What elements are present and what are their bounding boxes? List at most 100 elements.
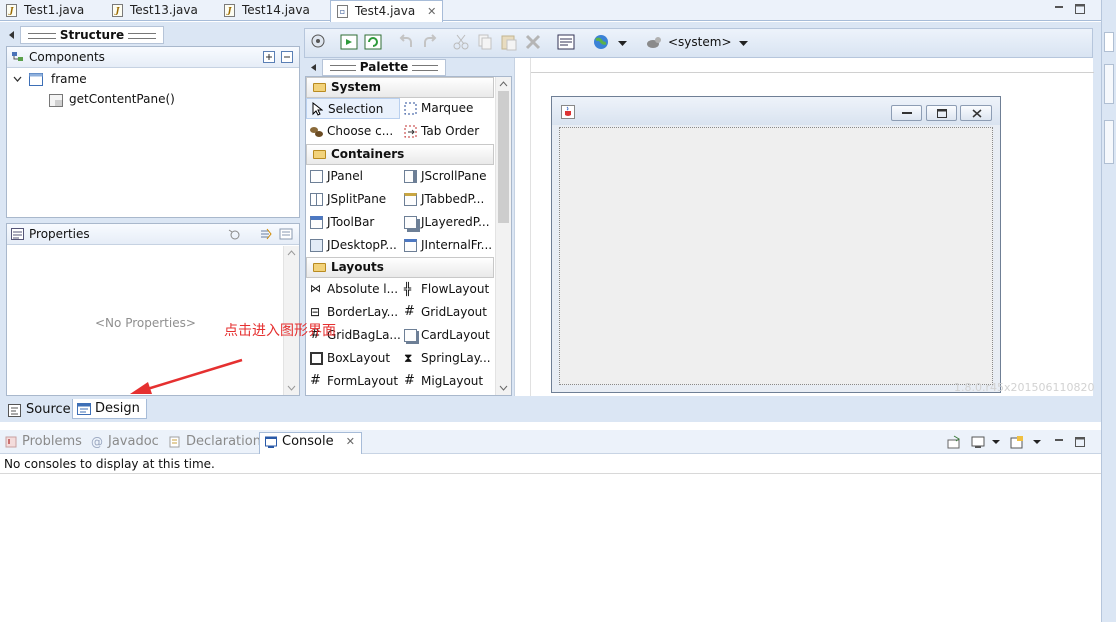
close-icon (972, 109, 982, 118)
look-and-feel-icon[interactable] (645, 32, 665, 52)
palette-item-absolute-layout[interactable]: ⋈ Absolute l... (306, 279, 400, 300)
absolute-layout-icon: ⋈ (310, 282, 321, 295)
components-icon (12, 52, 23, 61)
palette-item-tab-order[interactable]: Tab Order (400, 121, 494, 142)
version-watermark: 1.8.0.r45x201506110820 (954, 381, 1095, 394)
palette-item-jinternalframe[interactable]: JInternalFr... (400, 235, 494, 256)
jframe-content-pane[interactable] (559, 127, 993, 385)
palette-scrollbar[interactable] (495, 77, 511, 395)
jsplitpane-icon (310, 193, 323, 206)
palette-category-layouts[interactable]: Layouts (306, 257, 494, 278)
minimize-icon[interactable] (1053, 436, 1065, 448)
jframe-preview[interactable] (551, 96, 1001, 393)
globe-icon[interactable] (591, 32, 611, 52)
system-laf-label[interactable]: <system> (668, 35, 732, 49)
minimize-icon (902, 112, 912, 114)
console-divider (0, 473, 1101, 474)
palette-item-jlayeredpane[interactable]: JLayeredP... (400, 212, 494, 233)
collapse-left-icon[interactable] (310, 63, 318, 72)
open-console-icon[interactable] (1010, 435, 1024, 449)
tab-test14-java[interactable]: J Test14.java (218, 0, 316, 21)
tab-declaration[interactable]: Declaration (164, 433, 267, 453)
show-events-icon[interactable] (227, 227, 241, 241)
cut-icon[interactable] (451, 32, 471, 52)
goto-definition-icon[interactable] (259, 227, 273, 241)
palette-category-system[interactable]: System (306, 77, 494, 98)
properties-title: Properties (29, 227, 90, 241)
source-design-tabbar: Source Design (0, 398, 1101, 422)
annotation-text: 点击进入图形界面 (224, 323, 336, 339)
paste-icon[interactable] (499, 32, 519, 52)
palette-item-gridlayout[interactable]: # GridLayout (400, 302, 494, 323)
collapse-all-icon[interactable] (281, 51, 293, 63)
chevron-down-icon[interactable] (1033, 440, 1041, 445)
frame-close-button[interactable] (960, 105, 992, 121)
structure-titlebar: Structure (6, 26, 300, 44)
minimized-view-icon[interactable] (1104, 64, 1114, 104)
tab-problems[interactable]: Problems (0, 433, 88, 453)
copy-icon[interactable] (475, 32, 495, 52)
palette-item-selection[interactable]: Selection (306, 98, 400, 119)
palette-item-boxlayout[interactable]: BoxLayout (306, 348, 400, 369)
jframe-titlebar[interactable] (552, 97, 1000, 125)
scroll-thumb[interactable] (498, 91, 509, 223)
tab-design[interactable]: Design (72, 399, 147, 419)
tab-test1-java[interactable]: J Test1.java (0, 0, 90, 21)
tree-label-frame: frame (51, 72, 87, 86)
palette-item-miglayout[interactable]: # MigLayout (400, 371, 494, 392)
tree-item-content-pane[interactable]: getContentPane() (49, 92, 175, 107)
refresh-icon[interactable] (363, 32, 383, 52)
close-tab-icon[interactable]: ✕ (427, 5, 436, 18)
palette-item-flowlayout[interactable]: ╬ FlowLayout (400, 279, 494, 300)
test-gui-icon[interactable] (308, 32, 328, 52)
chevron-down-icon[interactable] (739, 41, 748, 47)
redo-icon[interactable] (419, 32, 439, 52)
palette-item-jdesktoppane[interactable]: JDesktopP... (306, 235, 400, 256)
close-tab-icon[interactable]: ✕ (346, 435, 355, 448)
tab-test13-java[interactable]: J Test13.java (106, 0, 204, 21)
frame-maximize-button[interactable] (926, 105, 957, 121)
java-file-icon: J (112, 4, 123, 17)
palette-item-marquee[interactable]: Marquee (400, 98, 494, 119)
minimized-view-icon[interactable] (1104, 120, 1114, 164)
undo-icon[interactable] (397, 32, 417, 52)
chevron-down-icon[interactable] (618, 41, 627, 47)
palette-item-springlayout[interactable]: ⧗ SpringLay... (400, 348, 494, 369)
expand-all-icon[interactable] (263, 51, 275, 63)
maximize-icon[interactable] (1074, 3, 1086, 15)
properties-view-icon[interactable] (556, 32, 576, 52)
tab-console[interactable]: Console ✕ (259, 432, 362, 454)
scroll-up-icon[interactable] (499, 81, 508, 87)
chevron-down-icon[interactable] (992, 440, 1000, 445)
problems-icon (5, 436, 17, 448)
palette-item-jsplitpane[interactable]: JSplitPane (306, 189, 400, 210)
palette-item-jpanel[interactable]: JPanel (306, 166, 400, 187)
palette-item-cardlayout[interactable]: CardLayout (400, 325, 494, 346)
palette-item-jtoolbar[interactable]: JToolBar (306, 212, 400, 233)
chevron-down-icon[interactable] (13, 76, 22, 83)
restore-view-button[interactable] (1104, 32, 1114, 52)
preview-icon[interactable] (339, 32, 359, 52)
collapse-left-icon[interactable] (8, 30, 16, 40)
palette-item-jscrollpane[interactable]: JScrollPane (400, 166, 494, 187)
tab-test4-java[interactable]: ▫ Test4.java ✕ (330, 0, 444, 22)
palette-item-choose-component[interactable]: Choose c... (306, 121, 400, 142)
tab-source[interactable]: Source (4, 400, 77, 420)
display-console-icon[interactable] (971, 435, 985, 449)
marquee-icon (404, 102, 417, 115)
menu-options-icon[interactable] (279, 227, 293, 241)
jlayeredpane-icon (404, 216, 417, 229)
tab-javadoc[interactable]: @ Javadoc (86, 433, 165, 453)
pin-console-icon[interactable] (947, 435, 961, 449)
frame-minimize-button[interactable] (891, 105, 922, 121)
scroll-up-icon[interactable] (287, 250, 296, 256)
palette-item-jtabbedpane[interactable]: JTabbedP... (400, 189, 494, 210)
scroll-down-icon[interactable] (287, 385, 296, 391)
maximize-icon[interactable] (1074, 436, 1086, 448)
minimize-icon[interactable] (1053, 3, 1065, 15)
palette-category-containers[interactable]: Containers (306, 144, 494, 165)
tree-item-frame[interactable]: frame (13, 72, 87, 86)
scroll-down-icon[interactable] (499, 385, 508, 391)
delete-icon[interactable] (523, 32, 543, 52)
palette-item-formlayout[interactable]: # FormLayout (306, 371, 400, 392)
